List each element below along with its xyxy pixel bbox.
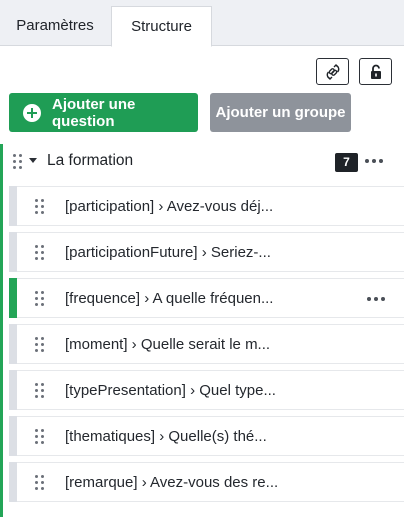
more-options-icon[interactable]: [365, 159, 385, 165]
question-count-badge: 7: [335, 153, 358, 172]
group-title: La formation: [47, 152, 134, 169]
add-group-button[interactable]: Ajouter un groupe: [210, 93, 351, 132]
add-group-label: Ajouter un groupe: [215, 104, 346, 121]
more-options-icon[interactable]: [367, 297, 387, 303]
question-label: [frequence] › A quelle fréquen...: [65, 290, 274, 307]
drag-handle-icon[interactable]: [35, 383, 45, 399]
question-item[interactable]: [remarque] › Avez-vous des re...: [9, 462, 404, 502]
unlock-button[interactable]: [359, 58, 392, 85]
tab-parametres[interactable]: Paramètres: [0, 6, 110, 46]
tab-bar: Paramètres Structure: [0, 0, 404, 47]
drag-handle-icon[interactable]: [35, 337, 45, 353]
question-label: [thematiques] › Quelle(s) thé...: [65, 428, 267, 445]
question-status-bar: [9, 186, 17, 226]
question-item[interactable]: [frequence] › A quelle fréquen...: [9, 278, 404, 318]
question-status-bar: [9, 232, 17, 272]
drag-handle-icon[interactable]: [35, 199, 45, 215]
question-status-bar: [9, 462, 17, 502]
drag-handle-icon[interactable]: [35, 475, 45, 491]
drag-handle-icon[interactable]: [13, 154, 23, 170]
drag-handle-icon[interactable]: [35, 245, 45, 261]
question-item[interactable]: [participationFuture] › Seriez-...: [9, 232, 404, 272]
question-item[interactable]: [participation] › Avez-vous déj...: [9, 186, 404, 226]
question-status-bar: [9, 416, 17, 456]
add-question-button[interactable]: Ajouter une question: [9, 93, 198, 132]
question-status-bar: [9, 278, 17, 318]
unlock-icon: [370, 64, 381, 79]
add-question-label: Ajouter une question: [52, 95, 136, 130]
question-label: [remarque] › Avez-vous des re...: [65, 474, 279, 491]
question-item[interactable]: [thematiques] › Quelle(s) thé...: [9, 416, 404, 456]
drag-handle-icon[interactable]: [35, 429, 45, 445]
question-label: [typePresentation] › Quel type...: [65, 382, 276, 399]
plus-circle-icon: [23, 103, 41, 122]
group-header[interactable]: La formation 7: [3, 144, 404, 180]
group-accent-bar: [0, 144, 3, 517]
question-item[interactable]: [moment] › Quelle serait le m...: [9, 324, 404, 364]
link-refresh-icon: [326, 63, 339, 80]
chevron-down-icon[interactable]: [29, 158, 37, 163]
question-list: [participation] › Avez-vous déj... [parti…: [9, 186, 404, 508]
link-refresh-button[interactable]: [316, 58, 349, 85]
question-item[interactable]: [typePresentation] › Quel type...: [9, 370, 404, 410]
tab-structure[interactable]: Structure: [111, 6, 212, 47]
question-label: [participationFuture] › Seriez-...: [65, 244, 271, 261]
drag-handle-icon[interactable]: [35, 291, 45, 307]
question-label: [moment] › Quelle serait le m...: [65, 336, 271, 353]
question-status-bar: [9, 370, 17, 410]
question-label: [participation] › Avez-vous déj...: [65, 198, 274, 215]
question-status-bar: [9, 324, 17, 364]
